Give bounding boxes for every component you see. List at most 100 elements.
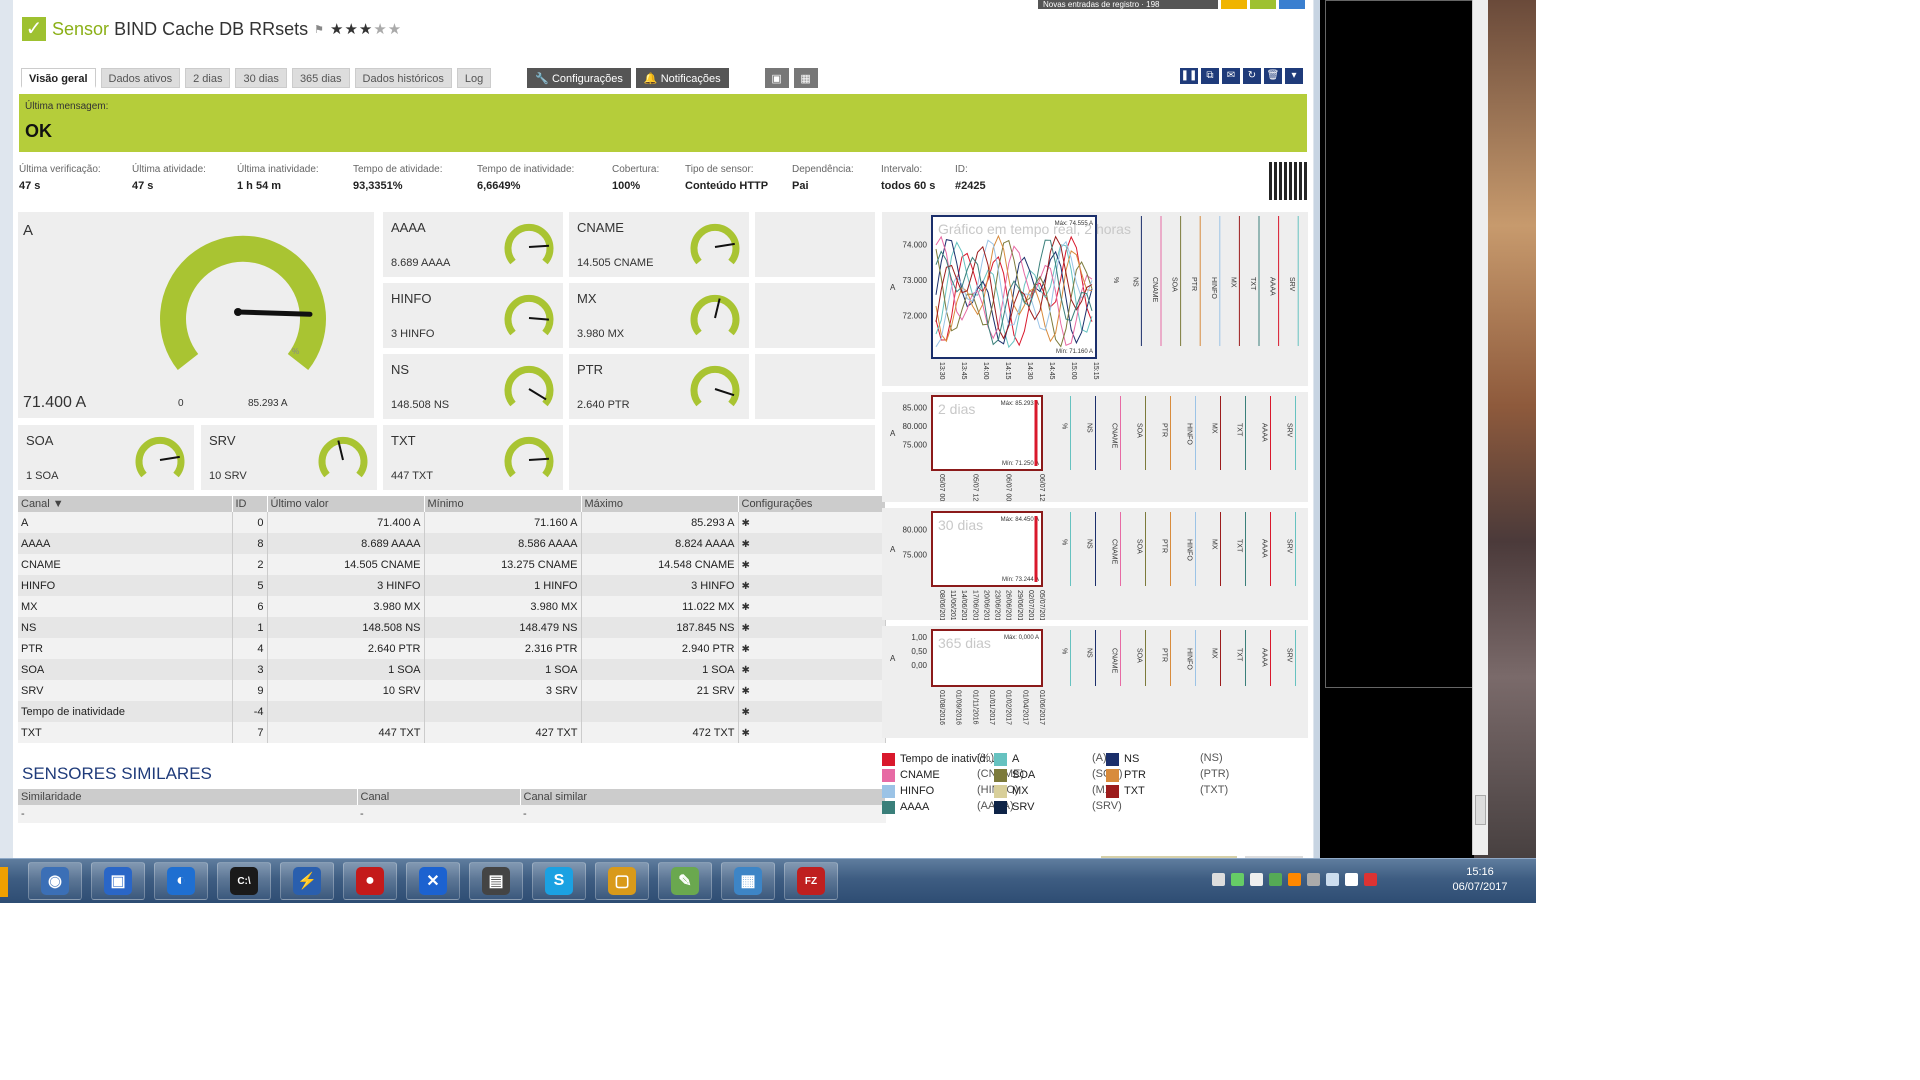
gear-icon[interactable]: ✱ (742, 623, 750, 634)
table-row[interactable]: NS 1 148.508 NS 148.479 NS 187.845 NS ✱ (18, 617, 886, 638)
more-dropdown-icon[interactable]: ▾ (1285, 68, 1303, 84)
info-value: 47 s (132, 180, 154, 192)
qr-code[interactable] (1269, 162, 1307, 200)
col-similarity[interactable]: Similaridade (18, 789, 358, 805)
col-similar-channel-1[interactable]: Canal (357, 789, 521, 805)
tray-app-icon[interactable] (1288, 873, 1301, 886)
scrollbar-thumb[interactable] (1475, 795, 1486, 825)
new-log-entries-badge[interactable]: Novas entradas de registro · 198 (1038, 0, 1218, 9)
gauge-tile-txt[interactable]: TXT 447 TXT (383, 425, 563, 490)
notifications-button[interactable]: 🔔 Notificações (635, 68, 729, 88)
pause-icon[interactable]: ❚❚ (1180, 68, 1198, 84)
stars-on[interactable]: ★★★ (330, 21, 373, 38)
priority-stars[interactable]: ★★★★★ (330, 20, 402, 38)
tab-2-days[interactable]: 2 dias (185, 68, 231, 88)
graph-3[interactable]: 1,00 0,50 0,00 A 01/08/2016 01/09/2016 01/11/2… (882, 626, 1308, 738)
taskbar-button[interactable]: C:\ (217, 862, 271, 900)
tab-365-days[interactable]: 365 dias (291, 68, 350, 88)
gear-icon[interactable]: ✱ (742, 560, 750, 571)
last-value: 10 SRV (267, 680, 425, 701)
gear-icon[interactable]: ✱ (742, 602, 750, 613)
comment-button[interactable]: ▣ (764, 68, 789, 88)
col-id[interactable]: ID (232, 496, 268, 512)
graph-2[interactable]: 80.000 75.000 A 08/06/2017 11/06/2017 14/06/2… (882, 508, 1308, 625)
taskbar-button[interactable]: S (532, 862, 586, 900)
table-row[interactable]: PTR 4 2.640 PTR 2.316 PTR 2.940 PTR ✱ (18, 638, 886, 659)
gauge-tile-ns[interactable]: NS 148.508 NS (383, 354, 563, 419)
taskbar-button[interactable]: ◐ (154, 862, 208, 900)
tab-30-days[interactable]: 30 dias (235, 68, 287, 88)
ok-badge[interactable] (1250, 0, 1276, 9)
taskbar-button[interactable]: ▦ (721, 862, 775, 900)
table-row[interactable]: TXT 7 447 TXT 427 TXT 472 TXT ✱ (18, 722, 886, 743)
background-scrollbar[interactable] (1472, 0, 1488, 855)
gear-icon[interactable]: ✱ (742, 539, 750, 550)
report-button[interactable]: ▦ (793, 68, 818, 88)
table-row[interactable]: MX 6 3.980 MX 3.980 MX 11.022 MX ✱ (18, 596, 886, 617)
tab-log[interactable]: Log (456, 68, 492, 88)
delete-icon[interactable]: 🗑 (1264, 68, 1282, 84)
tab-historic-data[interactable]: Dados históricos (354, 68, 452, 88)
table-row[interactable]: HINFO 5 3 HINFO 1 HINFO 3 HINFO ✱ (18, 575, 886, 596)
gauge-tile-cname[interactable]: CNAME 14.505 CNAME (569, 212, 749, 277)
gauge-tile-soa[interactable]: SOA 1 SOA (18, 425, 194, 490)
col-channel[interactable]: Canal ▼ (18, 496, 233, 512)
taskbar-button[interactable]: ◉ (28, 862, 82, 900)
col-last-value[interactable]: Último valor (267, 496, 425, 512)
gear-icon[interactable]: ✱ (742, 665, 750, 676)
clock[interactable]: 15:16 06/07/2017 (1440, 865, 1520, 895)
gear-icon[interactable]: ✱ (742, 728, 750, 739)
settings-button[interactable]: 🔧 Configurações (527, 68, 631, 88)
gear-icon[interactable]: ✱ (742, 644, 750, 655)
gauge-tile-mx[interactable]: MX 3.980 MX (569, 283, 749, 348)
tab-overview[interactable]: Visão geral (21, 68, 96, 88)
tray-monitor-icon[interactable] (1345, 873, 1358, 886)
gauge-tile-ptr[interactable]: PTR 2.640 PTR (569, 354, 749, 419)
graph-1[interactable]: 85.000 80.000 75.000 A 05/07 00:00 05/07 12:0… (882, 392, 1308, 511)
gear-icon[interactable]: ✱ (742, 686, 750, 697)
taskbar-button[interactable]: ▤ (469, 862, 523, 900)
gear-icon[interactable]: ✱ (742, 707, 750, 718)
email-icon[interactable]: ✉ (1222, 68, 1240, 84)
taskbar-button[interactable]: FZ (784, 862, 838, 900)
gauge-tile-aaaa[interactable]: AAAA 8.689 AAAA (383, 212, 563, 277)
col-minimum[interactable]: Mínimo (424, 496, 582, 512)
taskbar-button[interactable]: ▢ (595, 862, 649, 900)
tray-volume-icon[interactable] (1364, 873, 1377, 886)
info-value[interactable]: Pai (792, 180, 854, 192)
taskbar-button[interactable]: ✕ (406, 862, 460, 900)
gear-icon[interactable]: ✱ (742, 581, 750, 592)
col-similar-channel-2[interactable]: Canal similar (520, 789, 886, 805)
taskbar-button[interactable]: ● (343, 862, 397, 900)
gauge-tile-srv[interactable]: SRV 10 SRV (201, 425, 377, 490)
tray-arrow-icon[interactable] (1231, 873, 1244, 886)
table-row[interactable]: CNAME 2 14.505 CNAME 13.275 CNAME 14.548 CNA… (18, 554, 886, 575)
flag-icon[interactable]: ⚑ (314, 23, 324, 36)
gauge-main-tile[interactable]: A % 71.400 A 0 85.293 A (18, 212, 374, 418)
table-row[interactable]: A 0 71.400 A 71.160 A 85.293 A ✱ (18, 512, 886, 533)
table-row[interactable]: Tempo de inatividade -4 ✱ (18, 701, 886, 722)
start-edge[interactable] (0, 867, 8, 897)
tray-network-icon[interactable] (1212, 873, 1225, 886)
top-badges: Novas entradas de registro · 198 (1038, 0, 1305, 9)
tray-shield-icon[interactable] (1269, 873, 1282, 886)
table-row[interactable]: SOA 3 1 SOA 1 SOA 1 SOA ✱ (18, 659, 886, 680)
taskbar-button[interactable]: ▣ (91, 862, 145, 900)
col-maximum[interactable]: Máximo (581, 496, 739, 512)
table-row[interactable]: AAAA 8 8.689 AAAA 8.586 AAAA 8.824 AAAA ✱ (18, 533, 886, 554)
clone-icon[interactable]: ⧉ (1201, 68, 1219, 84)
table-row[interactable]: SRV 9 10 SRV 3 SRV 21 SRV ✱ (18, 680, 886, 701)
gear-icon[interactable]: ✱ (742, 518, 750, 529)
tray-cloud-icon[interactable] (1326, 873, 1339, 886)
refresh-icon[interactable]: ↻ (1243, 68, 1261, 84)
gauge-tile-hinfo[interactable]: HINFO 3 HINFO (383, 283, 563, 348)
taskbar-button[interactable]: ⚡ (280, 862, 334, 900)
tray-pin-icon[interactable] (1307, 873, 1320, 886)
tray-mail-icon[interactable] (1250, 873, 1263, 886)
warning-badge[interactable] (1221, 0, 1247, 9)
taskbar-button[interactable]: ✎ (658, 862, 712, 900)
tab-live-data[interactable]: Dados ativos (100, 68, 181, 88)
stars-off[interactable]: ★★ (373, 21, 402, 38)
info-badge[interactable] (1279, 0, 1305, 9)
graph-0[interactable]: 74.000 73.000 72.000 A 13:30 13:45 14:00 14:15 1… (882, 212, 1308, 386)
